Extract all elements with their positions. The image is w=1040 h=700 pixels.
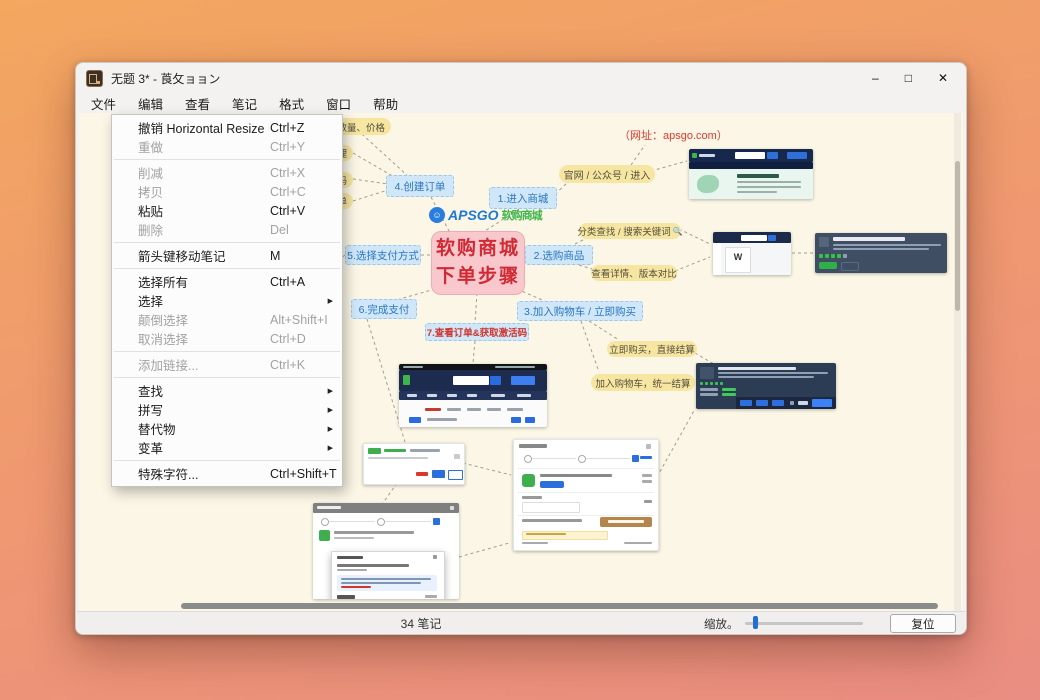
menu-item-spelling[interactable]: 拼写 ▶ bbox=[112, 400, 342, 419]
menu-note[interactable]: 笔记 bbox=[221, 92, 268, 115]
window-title: 无题 3* - 莨攵ョョン bbox=[111, 71, 221, 86]
step-node-6[interactable]: 6.完成支付 bbox=[351, 299, 417, 319]
note-detail-compare[interactable]: 查看详情、版本对比 bbox=[591, 265, 677, 281]
title-bar[interactable]: 无题 3* - 莨攵ョョン – □ ✕ bbox=[76, 63, 966, 93]
menu-separator bbox=[114, 460, 340, 461]
submenu-arrow-icon: ▶ bbox=[327, 406, 333, 414]
menu-bar: 文件 编辑 查看 笔记 格式 窗口 帮助 bbox=[80, 93, 409, 113]
step-node-7[interactable]: 7.查看订单&获取激活码 bbox=[425, 323, 529, 341]
apsgo-logo-icon: ☺ bbox=[429, 207, 445, 223]
note-buy-now[interactable]: 立即购买，直接结算 bbox=[607, 341, 697, 357]
thumb-product-panel-content bbox=[696, 363, 836, 409]
note-count-label: 34 笔记 bbox=[400, 617, 442, 631]
thumb-homepage[interactable] bbox=[689, 149, 813, 199]
central-topic-node[interactable]: 软购商城 下单步骤 bbox=[431, 231, 525, 295]
zoom-label: 缩放。 bbox=[704, 619, 739, 631]
magnifier-icon: 🔍 bbox=[672, 226, 683, 236]
apsgo-logo[interactable]: ☺ APSGO 软购商城 bbox=[429, 205, 543, 225]
menu-item-substitutions[interactable]: 替代物 ▶ bbox=[112, 419, 342, 438]
step-node-3[interactable]: 3.加入购物车 / 立即购买 bbox=[517, 301, 643, 321]
menu-separator bbox=[114, 268, 340, 269]
menu-format[interactable]: 格式 bbox=[268, 92, 315, 115]
menu-item-find[interactable]: 查找 ▶ bbox=[112, 381, 342, 400]
menu-edit[interactable]: 编辑 bbox=[127, 92, 174, 115]
menu-separator bbox=[114, 351, 340, 352]
thumb-search-results-content: W bbox=[713, 232, 791, 275]
thumb-product-detail-content bbox=[815, 233, 947, 273]
submenu-arrow-icon: ▶ bbox=[327, 387, 333, 395]
zoom-slider-thumb[interactable] bbox=[753, 616, 758, 629]
menu-separator bbox=[114, 159, 340, 160]
menu-item-select-all[interactable]: 选择所有 Ctrl+A bbox=[112, 272, 342, 291]
menu-item-select[interactable]: 选择 ▶ bbox=[112, 291, 342, 310]
thumb-orders-page[interactable] bbox=[399, 364, 547, 427]
thumb-orders-page-content bbox=[399, 364, 547, 427]
url-annotation: （网址：apsgo.com） bbox=[619, 130, 728, 142]
status-bar: 34 笔记 缩放。 复位 bbox=[77, 611, 965, 633]
menu-separator bbox=[114, 377, 340, 378]
step-node-2[interactable]: 2.选购商品 bbox=[525, 245, 593, 265]
menu-item-undo[interactable]: 撤销 Horizontal Resize Ctrl+Z bbox=[112, 118, 342, 137]
thumb-homepage-content bbox=[689, 149, 813, 199]
menu-item-invert-selection: 颠倒选择 Alt+Shift+I bbox=[138, 312, 328, 329]
minimize-button[interactable]: – bbox=[872, 72, 879, 84]
vertical-scrollbar-thumb[interactable] bbox=[955, 161, 960, 311]
close-button[interactable]: ✕ bbox=[938, 72, 948, 84]
menu-item-add-link: 添加链接... Ctrl+K bbox=[138, 357, 306, 374]
thumb-product-detail[interactable] bbox=[815, 233, 947, 273]
menu-item-deselect: 取消选择 Ctrl+D bbox=[138, 331, 306, 348]
thumb-product-panel[interactable] bbox=[696, 363, 836, 409]
menu-file[interactable]: 文件 bbox=[80, 92, 127, 115]
submenu-arrow-icon: ▶ bbox=[327, 425, 333, 433]
menu-item-redo: 重做 Ctrl+Y bbox=[138, 139, 306, 156]
thumb-search-results[interactable]: W bbox=[713, 232, 791, 275]
note-search-category[interactable]: 分类查找 / 搜索关键词 🔍 bbox=[577, 223, 683, 239]
thumb-order-detail-content bbox=[514, 440, 658, 550]
menu-window[interactable]: 窗口 bbox=[315, 92, 362, 115]
reset-zoom-button[interactable]: 复位 bbox=[890, 614, 956, 633]
submenu-arrow-icon: ▶ bbox=[327, 297, 333, 305]
note-entry-channels[interactable]: 官网 / 公众号 / 进入 bbox=[559, 165, 655, 183]
menu-separator bbox=[114, 242, 340, 243]
thumb-cart-item-content bbox=[364, 444, 464, 484]
zoom-slider-track[interactable] bbox=[745, 622, 863, 625]
app-window: 无题 3* - 莨攵ョョン – □ ✕ 文件 编辑 查看 笔记 格式 窗口 帮助 bbox=[75, 62, 967, 635]
thumb-cart-item[interactable] bbox=[363, 443, 465, 485]
menu-item-special-characters[interactable]: 特殊字符... Ctrl+Shift+T bbox=[112, 464, 342, 483]
menu-item-delete: 删除 Del bbox=[138, 222, 289, 239]
thumb-order-detail[interactable] bbox=[513, 439, 659, 551]
menu-help[interactable]: 帮助 bbox=[362, 92, 409, 115]
submenu-arrow-icon: ▶ bbox=[327, 444, 333, 452]
app-icon bbox=[86, 69, 103, 87]
menu-item-copy: 拷贝 Ctrl+C bbox=[138, 184, 306, 201]
menu-item-paste[interactable]: 粘贴 Ctrl+V bbox=[112, 201, 342, 220]
menu-item-transformations[interactable]: 变革 ▶ bbox=[112, 438, 342, 457]
maximize-button[interactable]: □ bbox=[905, 72, 912, 84]
step-node-4[interactable]: 4.创建订单 bbox=[386, 175, 454, 197]
note-add-cart[interactable]: 加入购物车，统一结算 bbox=[591, 374, 695, 391]
edit-menu-dropdown: 撤销 Horizontal Resize Ctrl+Z 重做 Ctrl+Y 削减 Ct… bbox=[111, 114, 343, 487]
horizontal-scrollbar-thumb[interactable] bbox=[181, 603, 938, 609]
thumb-payment-modal[interactable] bbox=[313, 503, 459, 599]
menu-item-cut: 削减 Ctrl+X bbox=[138, 165, 306, 182]
menu-view[interactable]: 查看 bbox=[174, 92, 221, 115]
thumb-payment-modal-content bbox=[313, 503, 459, 599]
step-node-5[interactable]: 5.选择支付方式 bbox=[345, 245, 421, 265]
menu-item-arrow-move-note[interactable]: 箭头键移动笔记 M bbox=[112, 246, 342, 265]
